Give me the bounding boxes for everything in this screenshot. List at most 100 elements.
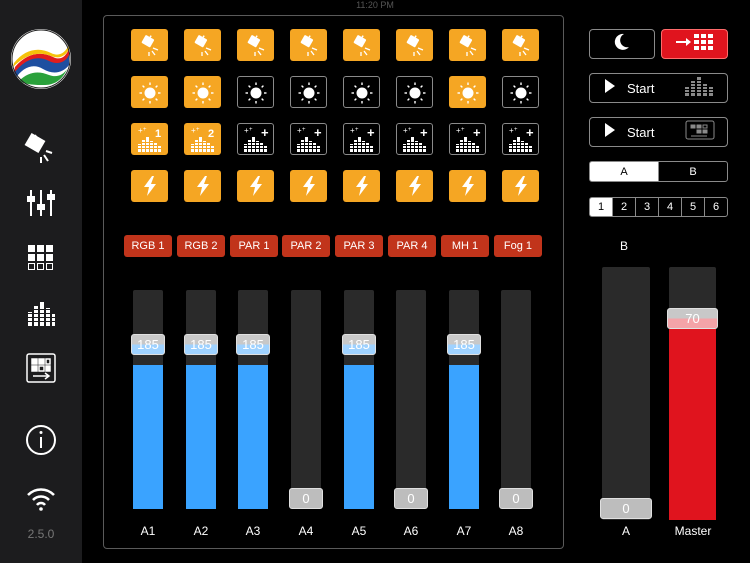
crossfader-label: A [621,524,630,538]
fader-thumb[interactable]: 0 [394,488,428,509]
brightness-icon [244,80,268,104]
fixture-strobe-button[interactable] [237,170,274,202]
fixture-light-button[interactable] [290,29,327,61]
fader-track[interactable] [396,290,426,509]
fixture-strobe-button[interactable] [131,170,168,202]
chase-start-label: Start [627,124,655,140]
fixtures-icon[interactable] [21,128,61,168]
crossfader-b-label: B [620,239,629,253]
sound-bars-icon: + +2 [187,125,218,153]
fixture-dimmer-button[interactable] [449,76,486,108]
crossfader-thumb[interactable]: 0 [600,498,652,519]
page-button-4[interactable]: 4 [658,197,682,217]
fader-track[interactable] [501,290,531,509]
channel-label[interactable]: PAR 2 [282,235,330,257]
channel-label[interactable]: Fog 1 [494,235,542,257]
tab-a[interactable]: A [589,161,659,182]
spotlight-icon [298,34,320,56]
fixture-strobe-button[interactable] [343,170,380,202]
fixture-sound-button[interactable]: + + + [502,123,539,155]
scene-grid-icon[interactable] [21,238,61,278]
channel-label[interactable]: MH 1 [441,235,489,257]
wifi-icon[interactable] [21,478,61,518]
fader-thumb[interactable]: 185 [342,334,376,356]
blackout-button[interactable] [589,29,655,59]
brightness-icon [350,80,374,104]
fixture-strobe-button[interactable] [290,170,327,202]
lightning-icon [301,176,317,196]
channel-label[interactable]: PAR 4 [388,235,436,257]
fader-level [133,365,163,509]
fixture-dimmer-button[interactable] [343,76,380,108]
sound-bars-icon [685,76,713,101]
lightning-icon [142,176,158,196]
page-button-5[interactable]: 5 [681,197,705,217]
fixture-light-button[interactable] [502,29,539,61]
fixture-sound-button[interactable]: + + + [396,123,433,155]
fixture-light-button[interactable] [343,29,380,61]
info-icon[interactable] [21,420,61,460]
fixture-sound-button[interactable]: + + + [290,123,327,155]
svg-text:+: + [526,125,534,140]
fixture-strobe-button[interactable] [449,170,486,202]
fader-track[interactable] [291,290,321,509]
fixture-light-button[interactable] [396,29,433,61]
svg-text:+: + [461,127,465,133]
play-icon [605,122,615,142]
fader-level [344,365,374,509]
sound-bars-icon: + + + [399,125,430,153]
fader-thumb[interactable]: 185 [131,334,165,356]
fixture-sound-button[interactable]: + + + [449,123,486,155]
fixture-dimmer-button[interactable] [184,76,221,108]
fader-thumb[interactable]: 185 [447,334,481,356]
fixture-light-button[interactable] [184,29,221,61]
page-button-6[interactable]: 6 [704,197,728,217]
master-thumb[interactable]: 70 [667,307,718,329]
sound-start-button[interactable]: Start [589,73,728,103]
fixture-strobe-button[interactable] [396,170,433,202]
svg-text:+: + [408,127,412,133]
channel-label[interactable]: PAR 3 [335,235,383,257]
fader-level [186,365,216,509]
channel-label[interactable]: RGB 1 [124,235,172,257]
chase-start-button[interactable]: Start [589,117,728,147]
crossfader-track[interactable] [602,267,650,520]
fixture-strobe-button[interactable] [184,170,221,202]
page-button-3[interactable]: 3 [635,197,659,217]
svg-text:+: + [302,127,306,133]
mixer-sliders-icon[interactable] [21,183,61,223]
svg-text:+: + [261,125,269,140]
fader-label: A7 [456,524,472,538]
page-button-2[interactable]: 2 [612,197,636,217]
fader-thumb[interactable]: 185 [184,334,218,356]
svg-text:+: + [514,127,518,133]
fixture-light-button[interactable] [131,29,168,61]
fixture-light-button[interactable] [449,29,486,61]
fader-thumb[interactable]: 185 [236,334,270,356]
lightning-icon [513,176,529,196]
fixture-sound-button[interactable]: + + + [343,123,380,155]
channel-label[interactable]: PAR 1 [230,235,278,257]
svg-text:+: + [143,127,147,133]
fixture-dimmer-button[interactable] [502,76,539,108]
sound-levels-icon[interactable] [21,293,61,333]
scene-send-button[interactable] [661,29,728,59]
chase-icon[interactable] [21,348,61,388]
fixture-dimmer-button[interactable] [396,76,433,108]
lightning-icon [460,176,476,196]
tab-b[interactable]: B [658,161,728,182]
fader-thumb[interactable]: 0 [289,488,323,509]
fixture-sound-button[interactable]: + +1 [131,123,168,155]
fixture-sound-button[interactable]: + + + [237,123,274,155]
fixture-dimmer-button[interactable] [290,76,327,108]
svg-text:+: + [420,125,428,140]
fader-thumb[interactable]: 0 [499,488,533,509]
fixture-dimmer-button[interactable] [131,76,168,108]
channel-label[interactable]: RGB 2 [177,235,225,257]
page-button-1[interactable]: 1 [589,197,613,217]
fixture-sound-button[interactable]: + +2 [184,123,221,155]
fixture-dimmer-button[interactable] [237,76,274,108]
fixture-light-button[interactable] [237,29,274,61]
fixture-strobe-button[interactable] [502,170,539,202]
fader-level [449,365,479,509]
